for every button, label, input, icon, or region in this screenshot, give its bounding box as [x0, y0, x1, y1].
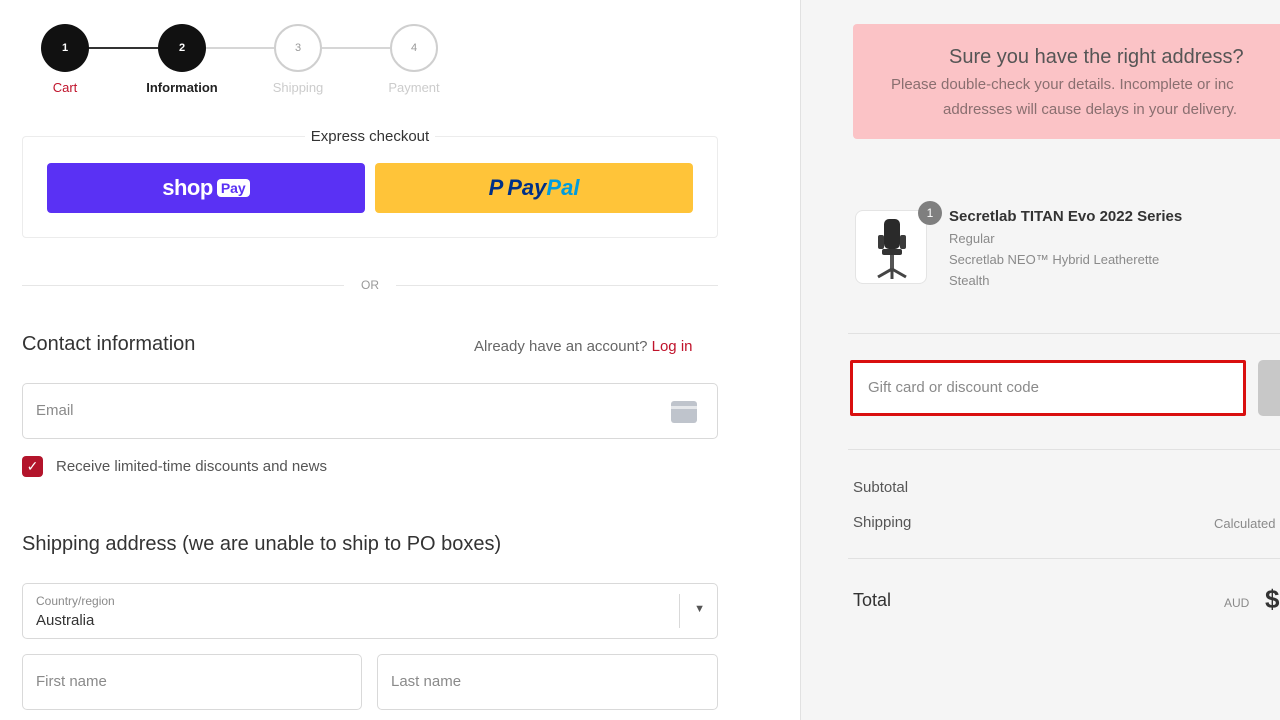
- product-variant-size: Regular: [949, 231, 995, 246]
- step-shipping-label: Shipping: [272, 80, 324, 95]
- first-name-field-wrapper: [22, 654, 362, 710]
- checkout-form-panel: 1 2 3 4 Cart Information Shipping Paymen…: [0, 0, 800, 720]
- paypal-icon: P: [488, 175, 504, 200]
- address-warning-title: Sure you have the right address?: [949, 46, 1244, 68]
- step-connector: [206, 47, 274, 49]
- country-label: Country/region: [36, 594, 115, 608]
- marketing-checkbox-label: Receive limited-time discounts and news: [56, 458, 327, 475]
- express-checkout-title: Express checkout: [304, 128, 436, 145]
- shipping-value: Calculated: [1214, 516, 1276, 531]
- order-summary-panel: Sure you have the right address? Please …: [800, 0, 1280, 720]
- express-checkout-box: Express checkout shop Pay P Pay Pal: [22, 128, 718, 238]
- divider: [848, 333, 1280, 334]
- step-3-circle: 3: [274, 24, 322, 72]
- or-divider-label: OR: [361, 278, 379, 292]
- last-name-field-wrapper: [377, 654, 718, 710]
- step-1-circle[interactable]: 1: [41, 24, 89, 72]
- total-amount: $: [1265, 584, 1280, 614]
- account-prompt: Already have an account? Log in: [474, 338, 693, 355]
- first-name-field[interactable]: [36, 673, 346, 690]
- gaming-chair-icon: [877, 219, 907, 279]
- select-divider: [679, 594, 680, 628]
- product-thumbnail: [855, 210, 927, 284]
- shipping-address-title: Shipping address (we are unable to ship …: [22, 533, 502, 555]
- step-cart-link[interactable]: Cart: [10, 80, 120, 95]
- product-name: Secretlab TITAN Evo 2022 Series: [949, 208, 1183, 225]
- apply-discount-button[interactable]: [1258, 360, 1280, 416]
- paypal-logo-part2: Pal: [546, 175, 580, 200]
- step-connector: [88, 47, 158, 49]
- address-warning-line1: Please double-check your details. Incomp…: [891, 76, 1234, 93]
- chevron-down-icon: ▼: [694, 603, 705, 615]
- discount-code-input[interactable]: [868, 379, 1228, 396]
- shipping-label: Shipping: [853, 514, 912, 531]
- quantity-badge: 1: [918, 201, 942, 225]
- total-currency: AUD: [1224, 596, 1250, 610]
- marketing-checkbox[interactable]: ✓: [22, 456, 43, 477]
- divider: [848, 558, 1280, 559]
- contact-information-title: Contact information: [22, 333, 196, 355]
- subtotal-label: Subtotal: [853, 479, 909, 496]
- step-connector: [322, 47, 390, 49]
- divider: [396, 285, 718, 286]
- email-field-wrapper: [22, 383, 718, 439]
- email-field[interactable]: [36, 402, 636, 419]
- contact-card-icon: [671, 401, 697, 423]
- total-label: Total: [853, 590, 892, 610]
- account-prompt-text: Already have an account?: [474, 338, 648, 355]
- divider: [848, 449, 1280, 450]
- address-warning-line2: addresses will cause delays in your deli…: [943, 101, 1238, 118]
- last-name-field[interactable]: [391, 673, 701, 690]
- country-select[interactable]: Country/region Australia ▼: [22, 583, 718, 639]
- login-link[interactable]: Log in: [652, 338, 693, 355]
- country-value: Australia: [36, 612, 95, 629]
- step-4-circle: 4: [390, 24, 438, 72]
- paypal-button[interactable]: P Pay Pal: [375, 163, 693, 213]
- discount-field-wrapper: [850, 360, 1246, 416]
- product-variant-material: Secretlab NEO™ Hybrid Leatherette: [949, 252, 1160, 267]
- step-payment-label: Payment: [388, 80, 440, 95]
- step-information-label: Information: [146, 80, 218, 95]
- divider: [22, 285, 344, 286]
- shop-pay-chip: Pay: [216, 179, 250, 197]
- shop-pay-logo: shop: [162, 175, 213, 200]
- paypal-logo-part1: Pay: [507, 175, 547, 200]
- address-warning-banner: Sure you have the right address? Please …: [853, 24, 1280, 139]
- product-variant-color: Stealth: [949, 273, 990, 288]
- step-2-circle: 2: [158, 24, 206, 72]
- shop-pay-button[interactable]: shop Pay: [47, 163, 365, 213]
